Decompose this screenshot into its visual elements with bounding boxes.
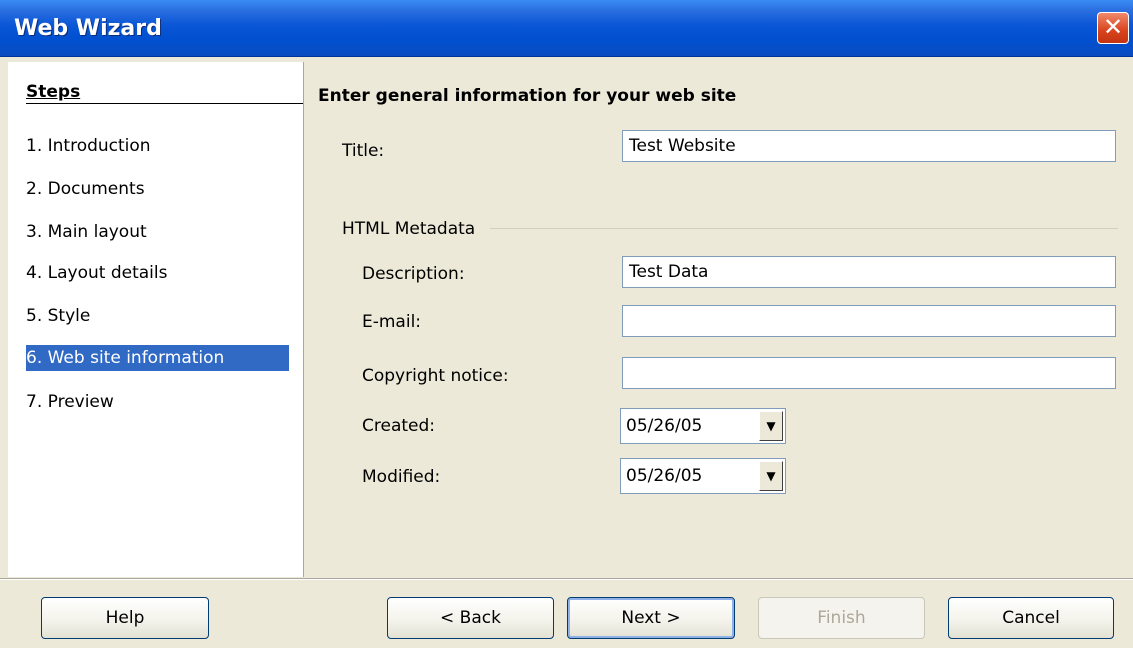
modified-label: Modified: xyxy=(362,467,441,487)
finish-button[interactable]: Finish xyxy=(758,597,925,639)
step-documents[interactable]: 2. Documents xyxy=(26,176,289,202)
page-heading: Enter general information for your web s… xyxy=(318,86,737,106)
steps-divider xyxy=(26,103,303,104)
modified-date-select[interactable]: 05/26/05 ▼ xyxy=(620,458,786,494)
step-layout-details[interactable]: 4. Layout details xyxy=(26,260,289,286)
chevron-down-icon[interactable]: ▼ xyxy=(759,461,783,491)
email-label: E-mail: xyxy=(362,312,422,332)
close-icon[interactable]: ✕ xyxy=(1097,12,1129,44)
created-date-value: 05/26/05 xyxy=(626,416,703,436)
description-field[interactable]: Test Data xyxy=(622,256,1116,288)
web-wizard-window: Web Wizard ✕ Steps 1. Introduction 2. Do… xyxy=(0,0,1133,648)
step-style[interactable]: 5. Style xyxy=(26,303,289,329)
title-field[interactable]: Test Website xyxy=(622,130,1116,162)
copyright-field[interactable] xyxy=(622,357,1116,389)
title-bar[interactable]: Web Wizard ✕ xyxy=(0,0,1133,57)
cancel-button[interactable]: Cancel xyxy=(948,597,1114,639)
created-label: Created: xyxy=(362,416,436,436)
copyright-label: Copyright notice: xyxy=(362,366,509,386)
title-label: Title: xyxy=(342,141,385,161)
window-title: Web Wizard xyxy=(14,16,162,41)
help-button[interactable]: Help xyxy=(41,597,209,639)
description-label: Description: xyxy=(362,264,465,284)
modified-date-value: 05/26/05 xyxy=(626,466,703,486)
steps-heading: Steps xyxy=(26,82,81,102)
html-metadata-group-label: HTML Metadata xyxy=(342,219,484,239)
group-divider xyxy=(490,228,1118,229)
created-date-select[interactable]: 05/26/05 ▼ xyxy=(620,408,786,444)
step-web-site-information[interactable]: 6. Web site information xyxy=(26,345,289,371)
email-field[interactable] xyxy=(622,305,1116,337)
step-introduction[interactable]: 1. Introduction xyxy=(26,133,289,159)
bottom-divider xyxy=(0,578,1133,580)
back-button[interactable]: < Back xyxy=(387,597,554,639)
chevron-down-icon[interactable]: ▼ xyxy=(759,411,783,441)
steps-panel: Steps 1. Introduction 2. Documents 3. Ma… xyxy=(8,62,304,577)
next-button[interactable]: Next > xyxy=(567,597,735,639)
step-preview[interactable]: 7. Preview xyxy=(26,389,289,415)
step-main-layout[interactable]: 3. Main layout xyxy=(26,219,289,245)
